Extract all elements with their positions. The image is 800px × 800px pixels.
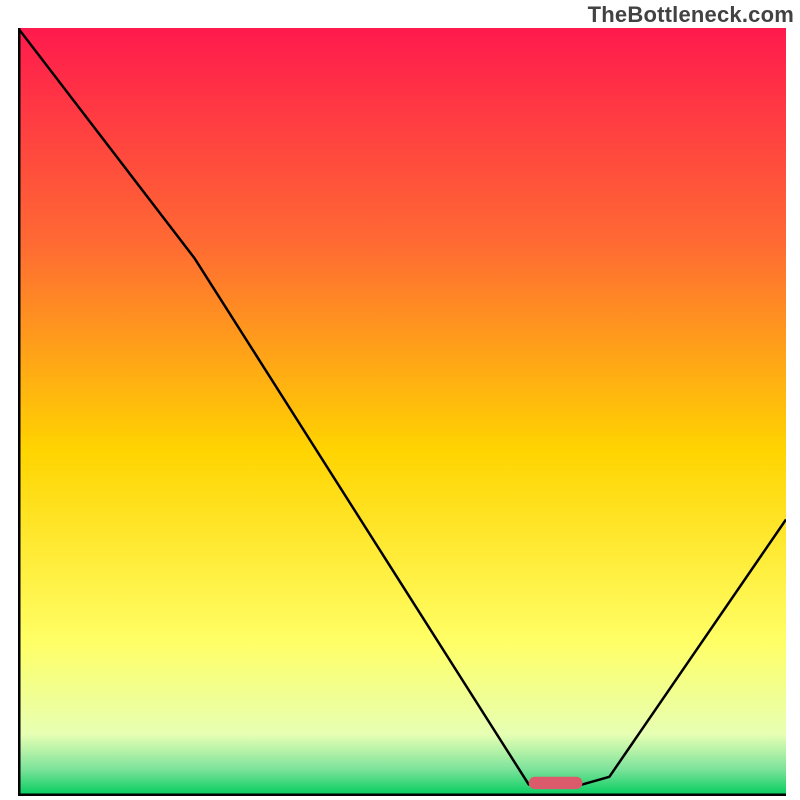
chart-svg [18, 28, 786, 796]
plot-area [18, 28, 786, 796]
optimal-marker [529, 777, 583, 789]
chart-container: TheBottleneck.com [0, 0, 800, 800]
watermark-text: TheBottleneck.com [588, 2, 794, 28]
gradient-background [18, 28, 786, 796]
